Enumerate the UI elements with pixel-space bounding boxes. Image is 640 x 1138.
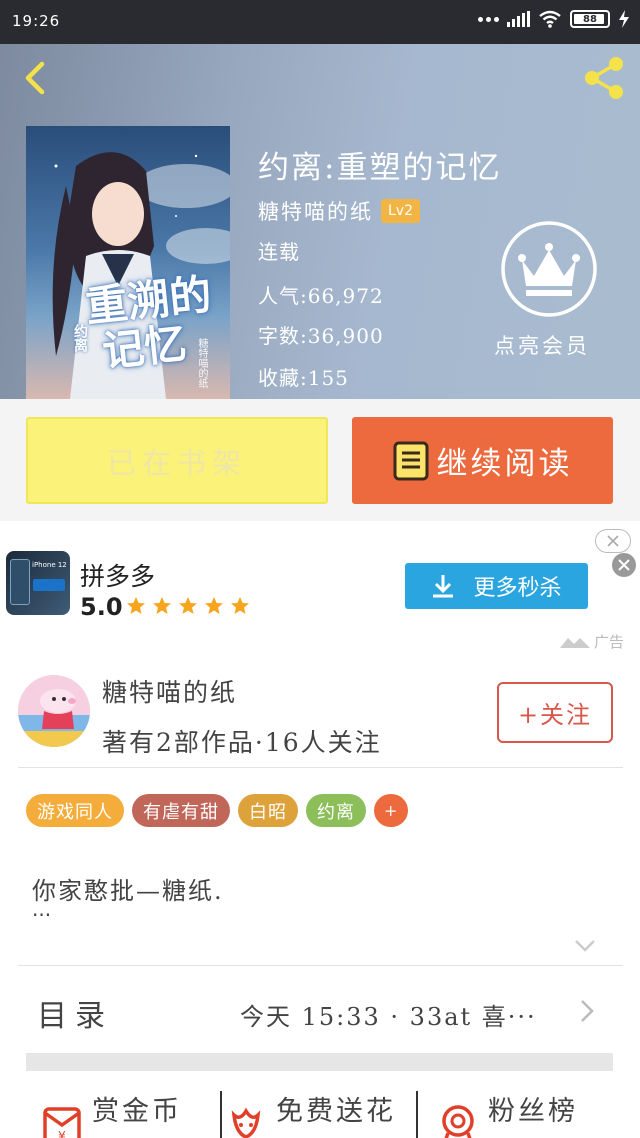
- cover-small-title: 约离: [72, 324, 88, 352]
- tag-list: 游戏同人 有虐有甜 白昭 约离 +: [26, 794, 409, 827]
- divider: [18, 965, 623, 966]
- divider: [220, 1091, 222, 1138]
- send-flower-button[interactable]: 免费送花: [226, 1089, 396, 1138]
- cover-title-mid: 的: [166, 269, 214, 323]
- book-cover[interactable]: 重溯的 记忆 约离 糖特喵的纸: [26, 126, 230, 399]
- continue-reading-button[interactable]: 继续阅读: [352, 417, 613, 504]
- chevron-down-icon[interactable]: [574, 939, 596, 953]
- reward-coins-button[interactable]: ¥ 赏金币: [42, 1089, 182, 1138]
- author-avatar[interactable]: [18, 675, 90, 747]
- send-flower-label: 免费送花: [276, 1096, 396, 1127]
- book-author[interactable]: 糖特喵的纸: [258, 196, 373, 226]
- more-dots-icon: [478, 16, 499, 22]
- star-icon: [231, 597, 249, 614]
- share-icon[interactable]: [580, 54, 628, 102]
- book-word-count: 字数:36,900: [258, 324, 384, 348]
- in-bookshelf-button[interactable]: 已在书架: [26, 417, 328, 504]
- download-icon: [433, 575, 454, 598]
- intro-more: ···: [32, 903, 52, 927]
- star-icon: [205, 597, 223, 614]
- tag-item[interactable]: 约离: [306, 794, 366, 827]
- ad-label: 广告: [560, 631, 624, 652]
- continue-reading-label: 继续阅读: [436, 446, 573, 482]
- battery-icon: 88: [570, 10, 610, 28]
- chevron-right-icon: [581, 1000, 594, 1022]
- flower-icon: [231, 1107, 261, 1138]
- coin-envelope-icon: ¥: [43, 1107, 81, 1138]
- cover-author: 糖特喵的纸: [196, 338, 207, 388]
- reward-coins-label: 赏金币: [92, 1096, 182, 1127]
- star-icon: [179, 597, 197, 614]
- star-icon: [127, 597, 145, 614]
- star-icon: [153, 597, 171, 614]
- author-row: 糖特喵的纸 Lv2: [258, 196, 420, 226]
- charging-icon: [619, 10, 629, 28]
- add-tag-button[interactable]: +: [374, 794, 409, 827]
- status-bar: 19:26 88: [0, 0, 640, 44]
- ad-stars: [126, 596, 250, 616]
- signal-icon: [507, 11, 530, 27]
- toc-label: 目录: [37, 999, 113, 1034]
- book-info-section: 糖特喵的纸 著有2部作品·16人关注 +关注 游戏同人 有虐有甜 白昭 约离 +…: [0, 657, 640, 1138]
- fan-ranking-button[interactable]: 粉丝榜: [438, 1089, 578, 1138]
- battery-level: 88: [583, 13, 597, 25]
- book-status: 连载: [258, 240, 300, 264]
- status-icons: 88: [478, 10, 630, 28]
- crown-icon[interactable]: [500, 220, 598, 318]
- action-buttons: 已在书架 继续阅读: [0, 399, 640, 521]
- toc-latest-chapter: 今天 15:33 · 33at 喜···: [240, 1003, 537, 1031]
- ad-close-pill-icon[interactable]: [595, 529, 631, 553]
- avatar-image: [18, 675, 90, 747]
- ad-app-name: 拼多多: [80, 562, 156, 591]
- book-header: 重溯的 记忆 约离 糖特喵的纸 约离:重塑的记忆 糖特喵的纸 Lv2 连载 人气…: [0, 44, 640, 399]
- ad-close-icon[interactable]: [612, 553, 636, 577]
- tag-item[interactable]: 白昭: [238, 794, 298, 827]
- wifi-icon: [539, 10, 561, 28]
- medal-icon: [442, 1105, 474, 1138]
- ad-rating: 5.0: [80, 593, 123, 621]
- bottom-actions: ¥ 赏金币 免费送花 粉丝榜: [0, 1089, 640, 1138]
- section-separator: [26, 1053, 613, 1071]
- follow-button[interactable]: +关注: [497, 682, 613, 743]
- author-card-name[interactable]: 糖特喵的纸: [102, 673, 237, 709]
- ad-thumb-text: iPhone 12: [32, 561, 67, 569]
- ad-app-thumbnail: iPhone 12: [6, 551, 70, 615]
- ad-cta-label: 更多秒杀: [473, 576, 562, 601]
- book-icon: [393, 441, 428, 480]
- tag-item[interactable]: 游戏同人: [26, 794, 124, 827]
- vip-label[interactable]: 点亮会员: [494, 330, 590, 360]
- tag-item[interactable]: 有虐有甜: [132, 794, 230, 827]
- svg-text:¥: ¥: [58, 1129, 66, 1138]
- book-favorites: 收藏:155: [258, 366, 349, 390]
- ad-banner[interactable]: iPhone 12 拼多多 5.0 更多秒杀 广告: [0, 521, 640, 657]
- author-level-badge: Lv2: [381, 199, 420, 223]
- divider: [416, 1091, 418, 1138]
- status-time: 19:26: [12, 12, 61, 30]
- book-popularity: 人气:66,972: [258, 284, 384, 308]
- ad-cta-button[interactable]: 更多秒杀: [405, 563, 588, 609]
- ad-logo-icon: [560, 637, 590, 648]
- book-intro: 你家憨批—糖纸.: [32, 877, 224, 905]
- divider: [18, 767, 623, 768]
- table-of-contents-row[interactable]: 目录 今天 15:33 · 33at 喜···: [0, 967, 640, 1059]
- fan-ranking-label: 粉丝榜: [488, 1096, 578, 1127]
- book-detail-page: 19:26 88 重溯的 记忆 约离 糖特喵的纸 约离:重塑的记忆 糖特喵的纸 …: [0, 0, 640, 1138]
- back-arrow-icon[interactable]: [18, 60, 54, 96]
- book-title: 约离:重塑的记忆: [258, 150, 502, 186]
- ad-tag-text: 广告: [594, 633, 625, 651]
- author-card-meta: 著有2部作品·16人关注: [102, 728, 382, 757]
